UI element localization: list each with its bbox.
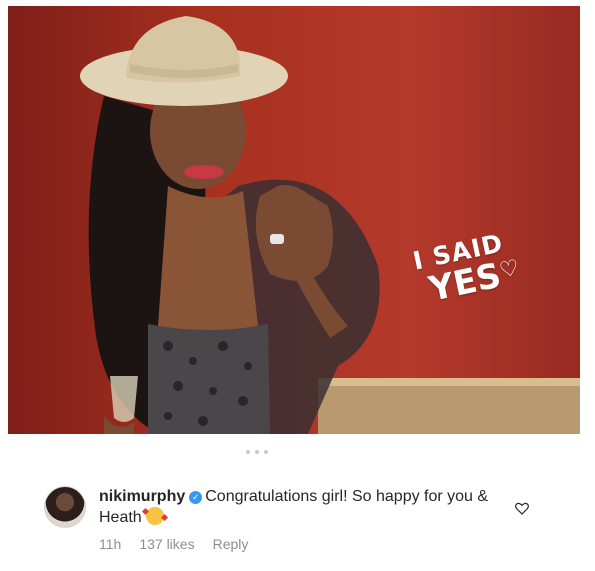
like-heart-icon[interactable]: [514, 500, 530, 516]
photo-illustration: [8, 6, 580, 434]
post-photo[interactable]: I SAID YES♡: [8, 6, 580, 434]
smiling-face-with-hearts-icon: [145, 507, 164, 525]
avatar[interactable]: [44, 486, 86, 528]
comment-time: 11h: [99, 536, 122, 552]
carousel-dot: [246, 450, 250, 454]
reply-button[interactable]: Reply: [213, 536, 249, 552]
comment-likes[interactable]: 137 likes: [139, 536, 194, 552]
comment-meta: 11h 137 likes Reply: [99, 536, 248, 552]
carousel-dot: [255, 450, 259, 454]
comment: nikimurphy ✓ Congratulations girl! So happ…: [44, 484, 584, 564]
comment-body: nikimurphy ✓ Congratulations girl! So happ…: [99, 486, 499, 528]
carousel-dots: [246, 450, 268, 454]
comment-username[interactable]: nikimurphy: [99, 488, 185, 505]
carousel-dot: [264, 450, 268, 454]
verified-badge-icon: ✓: [189, 491, 203, 504]
